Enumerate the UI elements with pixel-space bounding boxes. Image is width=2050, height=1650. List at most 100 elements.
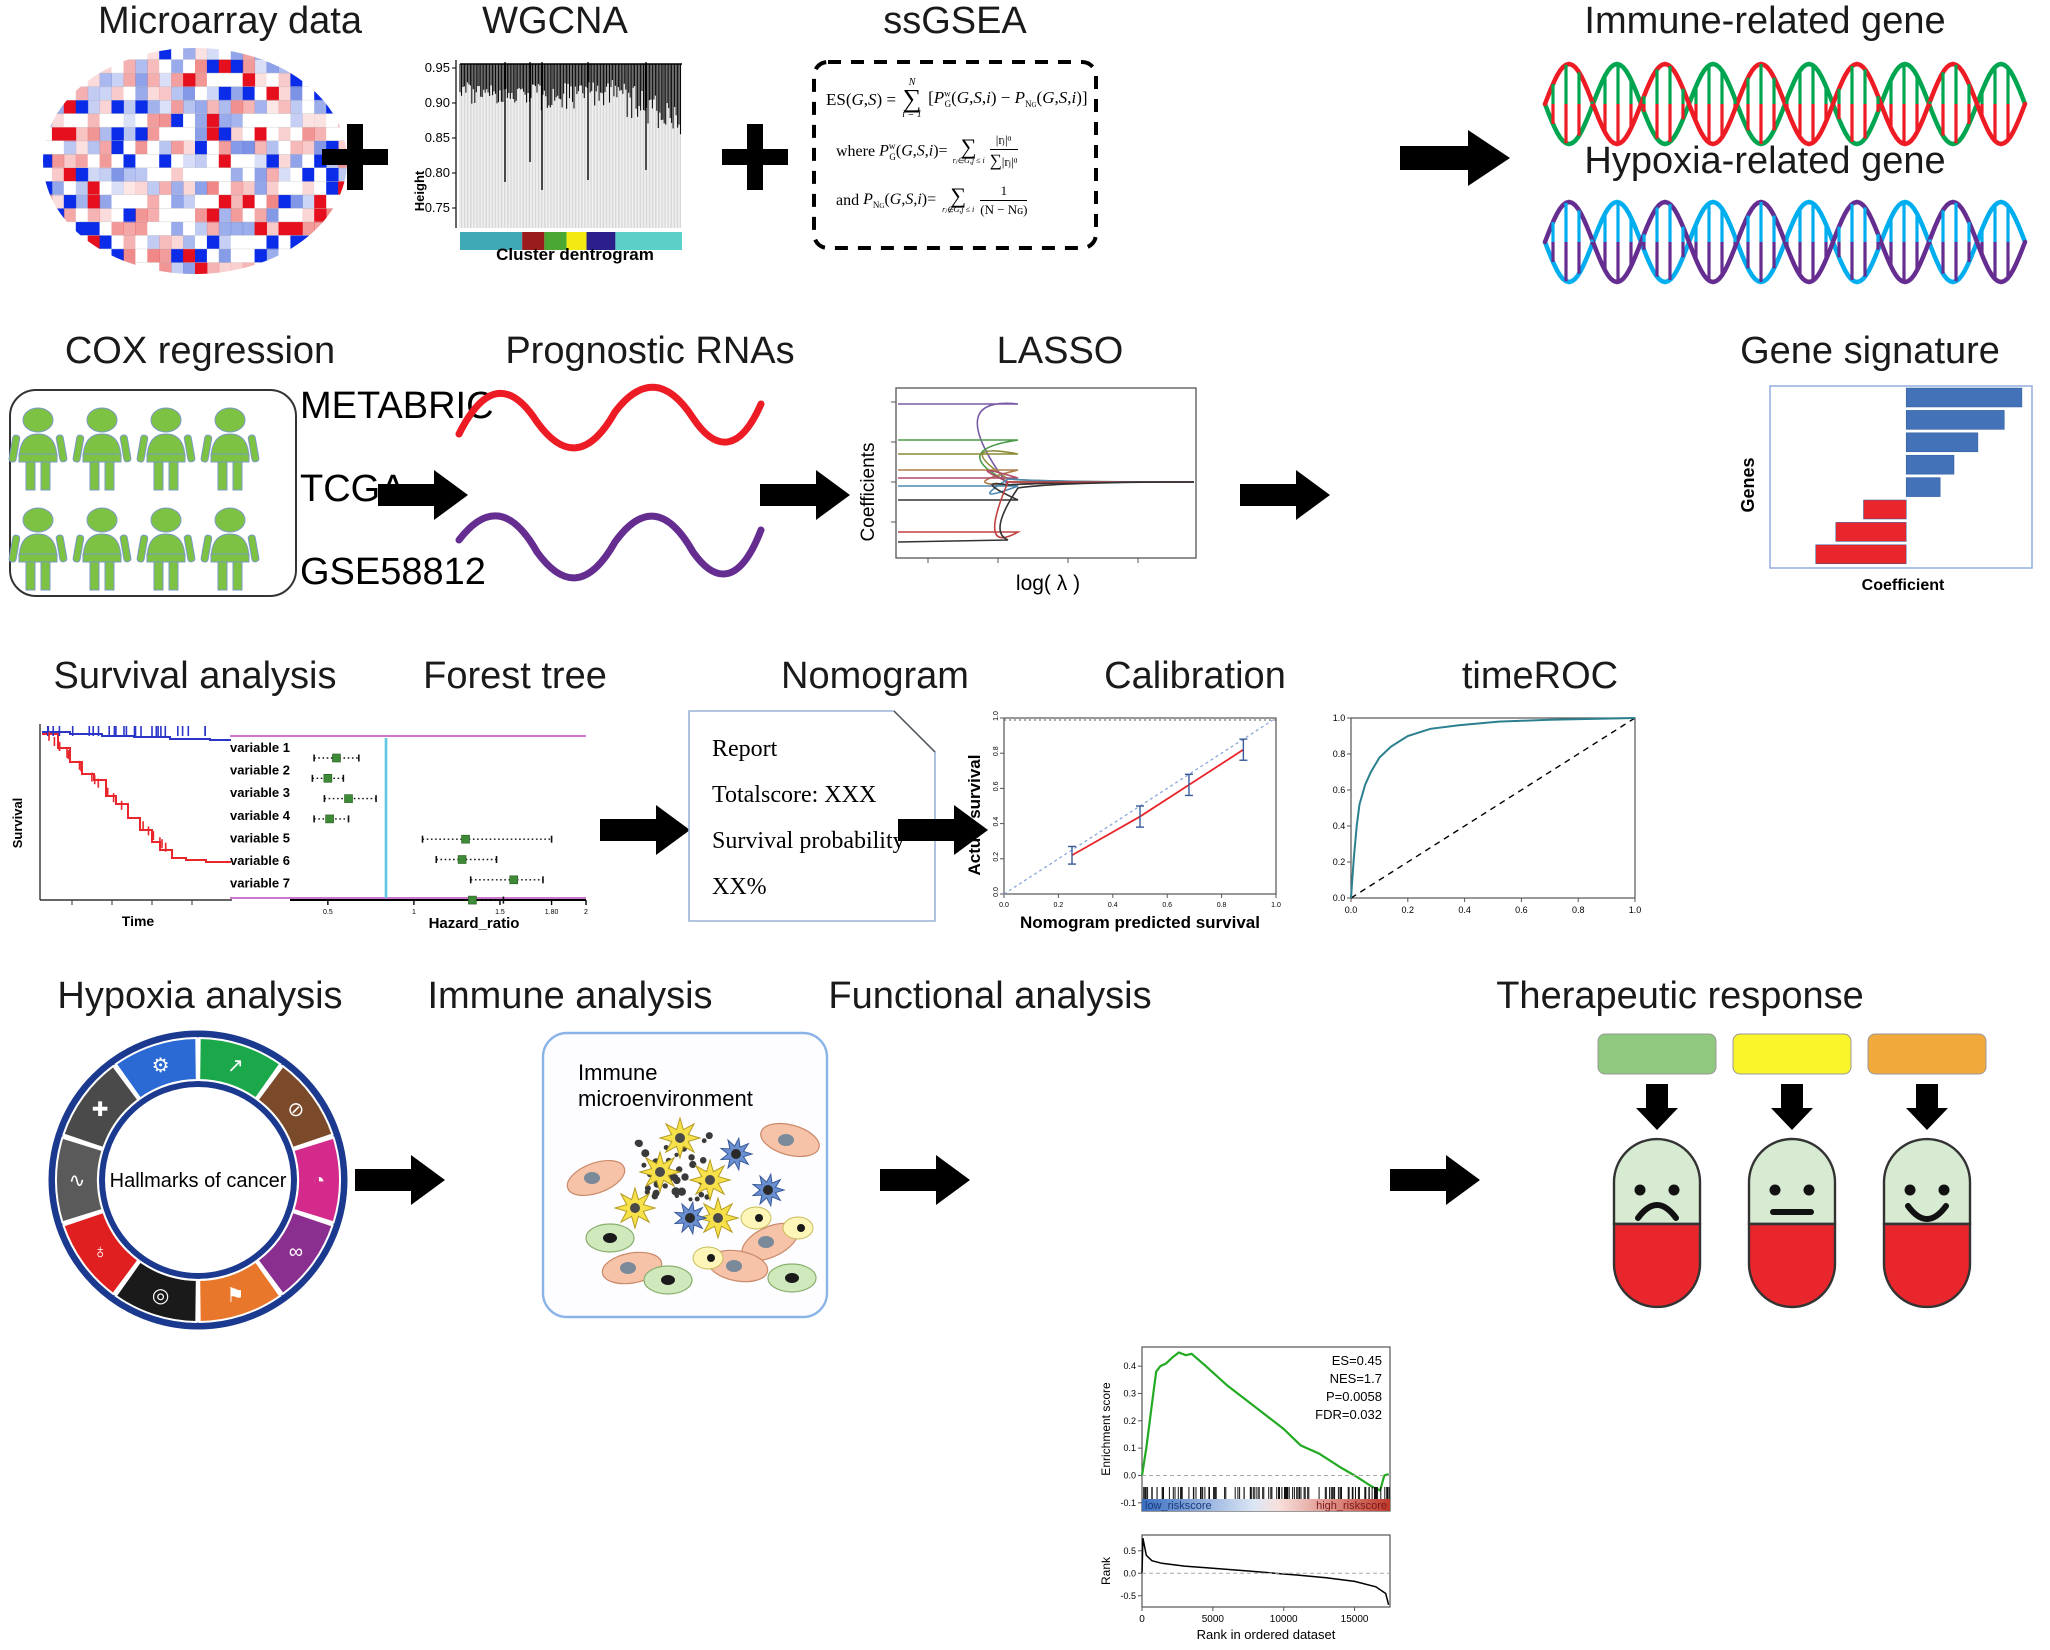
- title-prognostic: Prognostic RNAs: [505, 330, 795, 372]
- gsea-ytick-top: 0.3: [1123, 1388, 1136, 1398]
- forest-xtick: 2: [584, 909, 588, 916]
- arrow-lasso-to-signature: [1240, 470, 1330, 520]
- gear-icon: ⚙: [152, 1055, 170, 1077]
- title-nomogram: Nomogram: [781, 655, 969, 697]
- immune-label-line1: Immune: [578, 1060, 658, 1085]
- calibration-xtick: 0.0: [999, 902, 1009, 909]
- microarray-heatmap: [40, 46, 350, 276]
- gsea-ytick-top: -0.1: [1120, 1498, 1136, 1508]
- wgcna-xlabel: Cluster dentrogram: [496, 245, 654, 264]
- gsea-xlabel: Rank in ordered dataset: [1197, 1627, 1336, 1642]
- hallmarks-of-cancer-wheel: ↗ ⊘ ◔ ∞ ⚑ ◎ ♁ ∿ ✚ ⚙ Hallmarks of cancer: [48, 1030, 348, 1330]
- calibration-xtick: 1.0: [1271, 902, 1281, 909]
- timeroc-plot: 0.0 0.2 0.4 0.6 0.8 1.0 0.0 0.2 0.4 0.6 0.8 1.0: [1325, 710, 1645, 935]
- calibration-ytick: 0.4: [993, 817, 1000, 827]
- sum1-bottom: i = 1: [902, 109, 922, 121]
- frac2-den: (N − Nɢ): [980, 202, 1028, 217]
- forest-plot: 0.5 1 1.5 1.80 2 Hazard_ratio variable 1 vari…: [228, 718, 588, 933]
- roc-xtick: 1.0: [1629, 905, 1642, 915]
- calibration-ytick: 0.2: [993, 852, 1000, 862]
- roc-xtick: 0.6: [1515, 905, 1528, 915]
- title-timeroc: timeROC: [1461, 655, 1619, 697]
- and-label: and: [836, 191, 860, 209]
- roc-ytick: 1.0: [1333, 713, 1346, 723]
- calibration-xtick: 0.8: [1217, 902, 1227, 909]
- wgcna-ytick-3: 0.80: [425, 165, 450, 180]
- arrow-rna-to-lasso: [760, 470, 850, 520]
- where-label: where: [836, 142, 876, 160]
- calibration-xtick: 0.2: [1054, 902, 1064, 909]
- gsea-ytick-bottom: 0.5: [1123, 1546, 1136, 1556]
- gsea-enrichment-plot: -0.1 0.0 0.1 0.2 0.3 0.4 low_riskscore high_ris…: [1090, 1325, 1410, 1645]
- survival-km-plot: Survival Time: [10, 718, 240, 933]
- gsea-xtick: 5000: [1202, 1614, 1225, 1625]
- gsea-high-risk-label: high_riskscore: [1316, 1500, 1387, 1512]
- immune-box-label: Immune microenvironment: [578, 1060, 753, 1112]
- forest-xtick: 0.5: [323, 909, 333, 916]
- gsea-ytick-top: 0.1: [1123, 1443, 1136, 1453]
- arrow-functional-to-therapeutic: [1390, 1155, 1480, 1205]
- title-signature: Gene signature: [1740, 330, 2000, 372]
- gsea-ylabel-top: Enrichment score: [1099, 1382, 1113, 1476]
- cohort-people-box: [8, 388, 298, 598]
- calibration-ytick: 0.6: [993, 781, 1000, 791]
- wgcna-ytick-2: 0.85: [425, 130, 450, 145]
- title-functional-analysis: Functional analysis: [828, 975, 1152, 1017]
- gsea-xtick: 0: [1139, 1614, 1145, 1625]
- nomogram-report-line4: XX%: [712, 874, 767, 900]
- es-rhs: [PwG(G,S,i) − PNG(G,S,i)]: [928, 87, 1088, 110]
- gsea-ytick-top: 0.0: [1123, 1470, 1136, 1480]
- no-entry-icon: ⊘: [288, 1099, 305, 1121]
- roc-ytick: 0.2: [1333, 857, 1346, 867]
- gsea-stat: NES=1.7: [1330, 1371, 1382, 1386]
- calibration-ytick: 0.0: [993, 887, 1000, 897]
- infinity-icon: ∞: [289, 1241, 303, 1263]
- roc-ytick: 0.0: [1333, 893, 1346, 903]
- cell-icon: ◎: [152, 1285, 169, 1307]
- arrow-forest-to-nomogram: [600, 805, 690, 855]
- forest-xtick: 1: [412, 909, 416, 916]
- wgcna-ytick-0: 0.95: [425, 60, 450, 75]
- forest-variable-label: variable 4: [230, 808, 291, 823]
- title-therapeutic-response: Therapeutic response: [1496, 975, 1864, 1017]
- gsea-ytick-top: 0.4: [1123, 1361, 1136, 1371]
- roc-ytick: 0.6: [1333, 785, 1346, 795]
- sum2-sub: rⱼ∈G,j ≤ i: [952, 155, 985, 165]
- gsea-xtick: 15000: [1341, 1614, 1369, 1625]
- arrow-hypoxia-to-immune: [355, 1155, 445, 1205]
- cross-icon: ✚: [92, 1099, 109, 1121]
- forest-variable-label: variable 7: [230, 876, 290, 891]
- lasso-xlabel: log( λ ): [1016, 572, 1080, 595]
- ssgsea-formula-line1: ES(G,S) = N ∑ i = 1 [PwG(G,S,i) − PNG(G,…: [826, 77, 1088, 121]
- signature-xlabel: Coefficient: [1862, 577, 1945, 594]
- plus-sign-1: [320, 122, 390, 192]
- arrow-immune-to-functional: [880, 1155, 970, 1205]
- gsea-stat: FDR=0.032: [1315, 1407, 1382, 1422]
- wgcna-dendrogram-plot: Height 0.95 0.90 0.85 0.80 0.75 Cluster …: [410, 46, 690, 266]
- sum3-sub: rⱼ∉G,j ≤ i: [942, 204, 975, 214]
- calibration-plot: Actual survival 0.0 0.2 0.4 0.6 0.8 1.0 0.0 0.2…: [962, 710, 1292, 935]
- roc-ytick: 0.8: [1333, 749, 1346, 759]
- calibration-xlabel: Nomogram predicted survival: [1020, 913, 1260, 932]
- forest-variable-label: variable 6: [230, 853, 290, 868]
- title-immune-analysis: Immune analysis: [427, 975, 713, 1017]
- wave-icon: ∿: [69, 1170, 86, 1192]
- gsea-stat: ES=0.45: [1332, 1353, 1382, 1368]
- nomogram-report-line1: Report: [712, 736, 778, 762]
- forest-variable-label: variable 5: [230, 830, 290, 845]
- forest-xlabel: Hazard_ratio: [429, 915, 520, 932]
- title-microarray: Microarray data: [98, 0, 362, 42]
- fire-icon: ⚑: [226, 1285, 244, 1307]
- forest-variable-label: variable 1: [230, 740, 290, 755]
- forest-variable-label: variable 2: [230, 763, 290, 778]
- roc-ytick: 0.4: [1333, 821, 1346, 831]
- title-hypoxia-analysis: Hypoxia analysis: [57, 975, 343, 1017]
- immune-gene-helix: [1542, 48, 2028, 158]
- title-survival: Survival analysis: [53, 655, 337, 697]
- prognostic-rna-wave-top: [455, 372, 765, 462]
- calibration-ytick: 0.8: [993, 746, 1000, 756]
- title-wgcna: WGCNA: [482, 0, 628, 42]
- forest-xtick: 1.80: [545, 909, 559, 916]
- wgcna-ytick-1: 0.90: [425, 95, 450, 110]
- immune-label-line2: microenvironment: [578, 1085, 753, 1111]
